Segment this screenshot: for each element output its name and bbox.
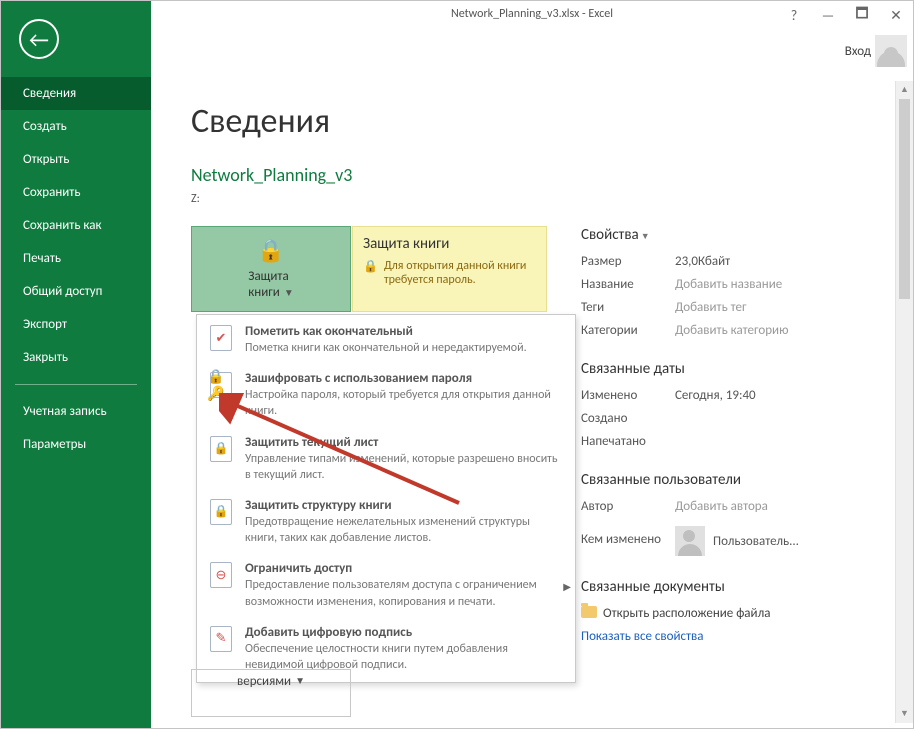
related-people-section: Связанные пользователи АвторДобавить авт… [581,471,887,556]
title-bar: Network_Planning_v3.xlsx - Excel ? — 🗖 ✕ [151,1,913,31]
scroll-down-icon[interactable]: ▼ [896,705,913,723]
arrow-left-icon: ← [29,26,49,53]
folder-icon [581,606,597,618]
sidebar-item-open[interactable]: Открыть [1,143,151,176]
signin-link[interactable]: Вход [845,44,871,59]
menu-restrict-access[interactable]: ⊖ Ограничить доступ Предоставление польз… [197,553,575,616]
related-docs-header: Связанные документы [581,578,887,596]
prop-tags-value[interactable]: Добавить тег [675,300,747,315]
menu-restrict-title: Ограничить доступ [245,561,563,576]
prop-size-value: 23,0Кбайт [675,254,730,269]
menu-encrypt-title: Зашифровать с использованием пароля [245,371,563,386]
chevron-down-icon: ▼ [641,231,650,242]
sidebar-item-close[interactable]: Закрыть [1,341,151,374]
doc-signature-icon: ✎ [207,625,235,653]
menu-restrict-desc: Предоставление пользователям доступа с о… [245,577,563,609]
changed-by-value: Пользователь... [713,534,799,549]
prop-size-key: Размер [581,254,675,269]
open-file-location-label: Открыть расположение файла [603,606,770,621]
doc-restrict-icon: ⊖ [207,561,235,589]
menu-encrypt-password[interactable]: 🔒🔑 Зашифровать с использованием пароля Н… [197,363,575,426]
menu-mark-final-desc: Пометка книги как окончательной и нереда… [245,340,563,356]
sidebar-item-new[interactable]: Создать [1,110,151,143]
doc-protect-sheet-icon: 🔒 [207,435,235,463]
menu-protect-sheet[interactable]: 🔒 Защитить текущий лист Управление типам… [197,427,575,490]
properties-column: Свойства▼ Размер23,0Кбайт НазваниеДобави… [581,226,887,666]
menu-protect-structure[interactable]: 🔒 Защитить структуру книги Предотвращени… [197,490,575,553]
user-avatar-icon [675,526,705,556]
sidebar-item-account[interactable]: Учетная запись [1,395,151,428]
sidebar-item-save[interactable]: Сохранить [1,176,151,209]
back-button[interactable]: ← [19,19,59,59]
manage-versions-button[interactable]: версиями ▼ [191,669,351,717]
protect-button-line1: Защита [248,269,288,284]
manage-versions-label: версиями [237,674,291,689]
protect-status-title: Защита книги [363,235,536,253]
sidebar-divider [15,384,137,385]
doc-encrypt-icon: 🔒🔑 [207,371,235,399]
sidebar-item-saveas[interactable]: Сохранить как [1,209,151,242]
help-button[interactable]: ? [783,7,805,24]
scroll-up-icon[interactable]: ▲ [896,81,913,99]
prop-tags-key: Теги [581,300,675,315]
menu-encrypt-desc: Настройка пароля, который требуется для … [245,387,563,419]
menu-mark-final[interactable]: ✔ Пометить как окончательный Пометка кни… [197,317,575,363]
related-dates-section: Связанные даты ИзмененоСегодня, 19:40 Со… [581,360,887,449]
menu-protect-structure-desc: Предотвращение нежелательных изменений с… [245,514,563,546]
protect-status-body: Для открытия данной книги требуется паро… [384,259,536,287]
doc-protect-structure-icon: 🔒 [207,498,235,526]
menu-protect-sheet-title: Защитить текущий лист [245,435,563,450]
properties-section: Свойства▼ Размер23,0Кбайт НазваниеДобави… [581,226,887,338]
sidebar-item-info[interactable]: Сведения [1,77,151,110]
restore-button[interactable]: 🗖 [851,3,873,27]
date-printed-key: Напечатано [581,434,675,449]
prop-cats-key: Категории [581,323,675,338]
related-dates-header: Связанные даты [581,360,887,378]
backstage-sidebar: ← Сведения Создать Открыть Сохранить Сох… [1,1,151,728]
lock-icon: 🔒 [257,237,284,265]
doc-final-icon: ✔ [207,324,235,352]
file-path: Z: [191,192,893,206]
related-people-header: Связанные пользователи [581,471,887,489]
changed-by-key: Кем изменено [581,532,675,547]
sidebar-item-print[interactable]: Печать [1,242,151,275]
minimize-button[interactable]: — [817,7,839,24]
prop-cats-value[interactable]: Добавить категорию [675,323,788,338]
menu-mark-final-title: Пометить как окончательный [245,324,563,339]
prop-title-key: Название [581,277,675,292]
date-created-key: Создано [581,411,675,426]
related-docs-section: Связанные документы Открыть расположение… [581,578,887,644]
author-add[interactable]: Добавить автора [675,499,768,514]
chevron-down-icon: ▼ [284,286,294,299]
close-button[interactable]: ✕ [885,7,907,24]
menu-protect-structure-title: Защитить структуру книги [245,498,563,513]
scroll-thumb[interactable] [899,99,910,299]
vertical-scrollbar[interactable]: ▲ ▼ [895,81,913,723]
sidebar-item-share[interactable]: Общий доступ [1,275,151,308]
protect-workbook-menu: ✔ Пометить как окончательный Пометка кни… [196,314,576,683]
file-name: Network_Planning_v3 [191,164,893,186]
signin-row: Вход [845,31,907,71]
protect-workbook-button[interactable]: 🔒 Защита книги ▼ [191,226,351,312]
sidebar-item-export[interactable]: Экспорт [1,308,151,341]
open-file-location[interactable]: Открыть расположение файла [581,606,887,621]
submenu-arrow-icon: ▶ [563,580,571,593]
prop-title-value[interactable]: Добавить название [675,277,782,292]
date-modified-key: Изменено [581,388,675,403]
page-title: Сведения [191,101,893,142]
chevron-down-icon: ▼ [295,674,305,687]
properties-header[interactable]: Свойства▼ [581,226,887,244]
properties-header-label: Свойства [581,226,639,244]
protect-button-line2: книги [248,285,280,300]
author-key: Автор [581,499,675,514]
protect-status-panel: Защита книги 🔒 Для открытия данной книги… [352,226,547,312]
lock-small-icon: 🔒 [363,259,378,287]
show-all-properties-link[interactable]: Показать все свойства [581,629,704,644]
menu-protect-sheet-desc: Управление типами изменений, которые раз… [245,451,563,483]
date-modified-value: Сегодня, 19:40 [675,388,756,403]
sidebar-item-options[interactable]: Параметры [1,428,151,461]
menu-signature-title: Добавить цифровую подпись [245,625,563,640]
avatar-placeholder[interactable] [875,35,907,67]
